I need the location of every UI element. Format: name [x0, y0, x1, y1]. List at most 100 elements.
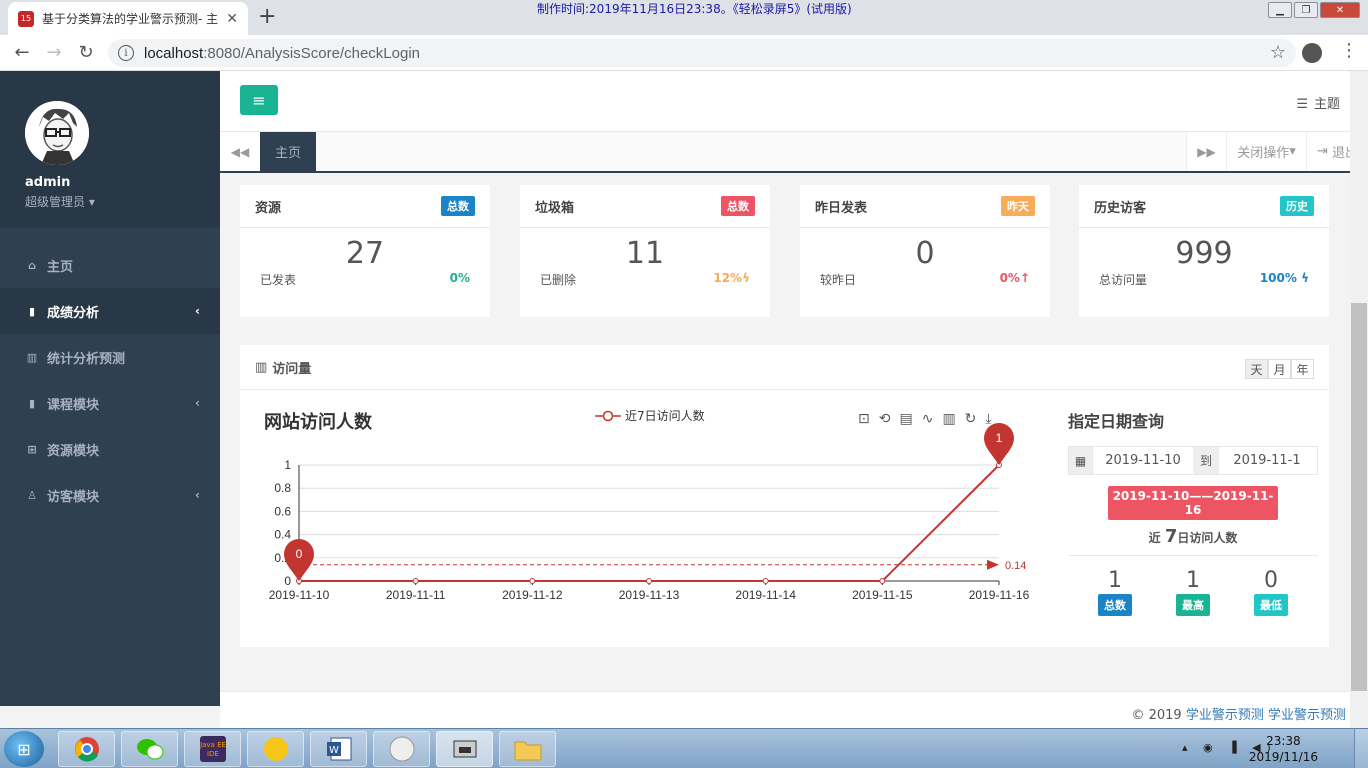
card-percent: 12% — [713, 271, 743, 285]
stat-card-trash: 垃圾箱 总数 11 已删除 12%ϟ — [520, 185, 770, 317]
address-bar: ← → ↻ i localhost:8080/AnalysisScore/che… — [0, 35, 1368, 71]
bolt-icon: ϟ — [742, 271, 750, 285]
windows-logo-icon: ⊞ — [17, 739, 31, 759]
date-from-input[interactable]: 2019-11-10 — [1093, 447, 1193, 474]
tab-home[interactable]: 主页 — [260, 132, 316, 171]
x-tick-label: 2019-11-10 — [269, 588, 330, 602]
reload-icon[interactable]: ↻ — [70, 42, 102, 63]
forward-arrow-icon[interactable]: → — [38, 42, 70, 63]
avatar[interactable] — [25, 101, 89, 165]
menu-kebab-icon[interactable]: ⋮ — [1340, 41, 1358, 61]
data-point — [412, 578, 419, 584]
taskbar-avatar-app[interactable] — [373, 731, 430, 767]
stat-total: 1 总数 — [1085, 570, 1145, 616]
bookmark-star-icon[interactable]: ☆ — [1270, 42, 1286, 63]
card-value: 999 — [1175, 236, 1233, 271]
data-point — [529, 578, 536, 584]
close-window-icon[interactable]: ✕ — [1320, 2, 1360, 18]
range-month-button[interactable]: 月 — [1268, 359, 1291, 379]
bolt-icon: ϟ — [1301, 271, 1309, 285]
new-tab-icon[interactable]: + — [258, 4, 276, 30]
sidebar-item-score-analysis[interactable]: ▮ 成绩分析 ‹ — [0, 288, 220, 334]
data-point — [646, 578, 652, 584]
browser-tab[interactable]: 15 基于分类算法的学业警示预测- 主 ✕ — [8, 2, 248, 35]
url-text: localhost:8080/AnalysisScore/checkLogin — [144, 44, 420, 62]
close-icon[interactable]: ✕ — [226, 11, 238, 27]
menu-toggle-button[interactable]: ≡ — [240, 85, 278, 115]
bar-chart-icon: ▥ — [255, 359, 268, 375]
taskbar-wechat[interactable] — [121, 731, 178, 767]
account-icon[interactable] — [1302, 43, 1322, 63]
x-tick-label: 2019-11-16 — [969, 588, 1030, 602]
stat-min: 0 最低 — [1241, 570, 1301, 616]
logout-icon: ⇥ — [1317, 144, 1328, 159]
stat-max: 1 最高 — [1163, 570, 1223, 616]
main-content: 资源 总数 27 已发表 0% 垃圾箱 总数 11 已删除 12%ϟ 昨日发表 昨天 0 … — [220, 173, 1350, 691]
folder-icon — [514, 741, 541, 761]
url-input[interactable]: i localhost:8080/AnalysisScore/checkLogi… — [108, 39, 1296, 67]
date-range-picker: ▦ 2019-11-10 到 2019-11-1 — [1068, 446, 1318, 475]
card-badge: 昨天 — [1001, 196, 1035, 216]
sidebar-item-visitor[interactable]: ♙ 访客模块 ‹ — [0, 472, 220, 518]
range-day-button[interactable]: 天 — [1245, 359, 1268, 379]
stat-card-yesterday: 昨日发表 昨天 0 较昨日 0%↑ — [800, 185, 1050, 317]
y-tick-label: 0 — [284, 574, 291, 588]
date-separator: 到 — [1193, 447, 1219, 474]
bar-chart-icon: ▥ — [26, 350, 38, 364]
minimize-icon[interactable]: ▁ — [1268, 2, 1292, 18]
start-button[interactable]: ⊞ — [4, 731, 44, 767]
query-stats: 1 总数 1 最高 0 最低 — [1068, 570, 1318, 616]
date-to-input[interactable]: 2019-11-1 — [1219, 447, 1315, 474]
sidebar-menu: ⌂ 主页 ▮ 成绩分析 ‹ ▥ 统计分析预测 ▮ 课程模块 ‹ ⊞ 资源模块 ♙ 访客模块 ‹ — [0, 242, 220, 518]
data-point — [762, 578, 769, 584]
taskbar-recorder[interactable] — [436, 731, 493, 767]
tabs-next-icon[interactable]: ▶▶ — [1186, 132, 1226, 171]
range-year-button[interactable]: 年 — [1291, 359, 1314, 379]
sidebar-item-course[interactable]: ▮ 课程模块 ‹ — [0, 380, 220, 426]
top-navbar: ≡ ☰ 主题 — [220, 71, 1368, 132]
stat-value: 1 — [1108, 568, 1122, 593]
browser-tabbar: 15 基于分类算法的学业警示预测- 主 ✕ + 制作时间:2019年11月16日… — [0, 0, 1368, 35]
copyright-text: © 2019 — [1131, 708, 1186, 723]
sidebar-item-resource[interactable]: ⊞ 资源模块 — [0, 426, 220, 472]
sidebar-item-stat-prediction[interactable]: ▥ 统计分析预测 — [0, 334, 220, 380]
visits-panel: ▥ 访问量 天 月 年 网站访问人数 近7日访问人数 ⊡ ⟲ ▤ ∿ ▥ ↻ ⤓… — [240, 345, 1329, 647]
arrow-up-icon: ↑ — [1019, 271, 1030, 285]
tabs-prev-icon[interactable]: ◀◀ — [220, 132, 260, 171]
footer-link[interactable]: 学业警示预测 — [1186, 708, 1264, 723]
theme-button[interactable]: ☰ 主题 — [1296, 93, 1340, 112]
taskbar-explorer[interactable] — [499, 731, 556, 767]
show-desktop-button[interactable] — [1354, 729, 1368, 768]
page-scrollbar[interactable] — [1350, 71, 1368, 728]
card-label: 总访问量 — [1099, 273, 1148, 287]
taskbar-word[interactable]: W — [310, 731, 367, 767]
user-name[interactable]: admin — [25, 175, 220, 190]
card-label: 已发表 — [260, 273, 297, 287]
user-role-dropdown[interactable]: 超级管理员 ▾ — [25, 193, 220, 210]
close-ops-dropdown[interactable]: 关闭操作 ▾ — [1226, 132, 1306, 171]
info-icon[interactable]: i — [118, 45, 134, 61]
scrollbar-thumb[interactable] — [1351, 303, 1367, 691]
clock[interactable]: 23:38 2019/11/16 — [1249, 733, 1318, 765]
user-icon: ♙ — [27, 488, 37, 502]
card-value: 27 — [345, 236, 385, 271]
card-title: 垃圾箱 — [535, 200, 575, 216]
card-label: 已删除 — [540, 273, 577, 287]
x-tick-label: 2019-11-13 — [619, 588, 680, 602]
chevron-left-icon: ‹ — [195, 396, 200, 410]
maximize-icon[interactable]: ❐ — [1294, 2, 1318, 18]
taskbar-java-ide[interactable]: Java EE IDE — [184, 731, 241, 767]
taskbar-pinyin[interactable] — [247, 731, 304, 767]
sidebar-item-home[interactable]: ⌂ 主页 — [0, 242, 220, 288]
content-tabs: ◀◀ 主页 ▶▶ 关闭操作 ▾ ⇥ 退出 — [220, 132, 1368, 173]
back-arrow-icon[interactable]: ← — [6, 42, 38, 63]
footer-link[interactable]: 学业警示预测 — [1268, 708, 1346, 723]
x-tick-label: 2019-11-11 — [386, 588, 446, 602]
date-query: 指定日期查询 ▦ 2019-11-10 到 2019-11-1 2019-11-… — [1068, 390, 1318, 616]
data-point — [879, 578, 886, 584]
stat-value: 1 — [1186, 568, 1200, 593]
table-icon: ⊞ — [27, 442, 37, 456]
taskbar-chrome[interactable] — [58, 731, 115, 767]
line-chart: 00.20.40.60.812019-11-10 2019-11-11 2019-1… — [269, 423, 1030, 602]
windows-taskbar: ⊞ Java EE IDE W ▴ ◉ ▐ ◀) 23:38 2019/11/16 — [0, 728, 1368, 768]
